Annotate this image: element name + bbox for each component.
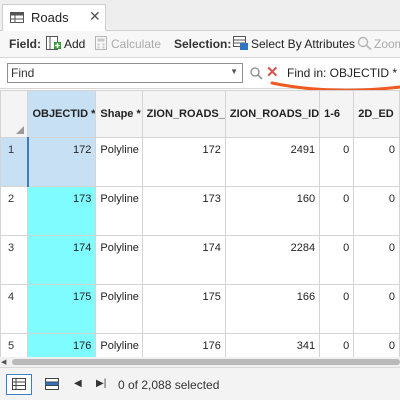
cell-2d-ed[interactable]: 0 bbox=[353, 235, 400, 285]
cell-shape[interactable]: Polyline bbox=[95, 284, 143, 334]
add-field-icon[interactable] bbox=[46, 36, 61, 50]
previous-record-icon[interactable]: ◀ bbox=[74, 378, 82, 389]
table-row[interactable]: 4 175 Polyline 175 166 0 0 bbox=[0, 284, 400, 334]
cell-1-6[interactable]: 0 bbox=[319, 333, 355, 357]
cell-shape[interactable]: Polyline bbox=[95, 137, 143, 187]
last-record-icon[interactable]: ▶| bbox=[96, 378, 106, 389]
cell-shape[interactable]: Polyline bbox=[95, 333, 143, 357]
cell-objectid[interactable]: 176 bbox=[27, 333, 97, 357]
column-header-zion-roads-id[interactable]: ZION_ROADS_ID bbox=[224, 90, 321, 138]
selection-count: 0 of 2,088 selected bbox=[118, 378, 220, 392]
cell-objectid[interactable]: 172 bbox=[27, 137, 97, 187]
cell-2d-ed[interactable]: 0 bbox=[353, 186, 400, 236]
scroll-left-icon[interactable]: ◀ bbox=[1, 358, 6, 366]
cell-1-6[interactable]: 0 bbox=[319, 284, 355, 334]
selection-label: Selection: bbox=[174, 37, 232, 51]
cell-zion-roads-id[interactable]: 2491 bbox=[224, 137, 321, 187]
cell-2d-ed[interactable]: 0 bbox=[353, 137, 400, 187]
cell-1-6[interactable]: 0 bbox=[319, 235, 355, 285]
cell-zion-roads-id[interactable]: 160 bbox=[224, 186, 321, 236]
show-all-records-button[interactable] bbox=[6, 374, 32, 395]
table-toolbar: Field: Add Calculate Selection: Select B… bbox=[0, 31, 400, 58]
row-number[interactable]: 2 bbox=[0, 186, 29, 236]
add-field-button[interactable]: Add bbox=[64, 37, 85, 51]
close-icon[interactable]: ✕ bbox=[89, 8, 101, 25]
cell-2d-ed[interactable]: 0 bbox=[353, 284, 400, 334]
cell-zion-roads[interactable]: 173 bbox=[141, 186, 226, 236]
cell-zion-roads[interactable]: 172 bbox=[141, 137, 226, 187]
show-all-records-icon bbox=[12, 378, 26, 390]
select-by-attributes-icon[interactable] bbox=[233, 36, 248, 50]
status-bar: ◀ ▶| 0 of 2,088 selected bbox=[0, 367, 400, 400]
column-header-shape[interactable]: Shape * bbox=[95, 90, 143, 138]
calculate-button[interactable]: Calculate bbox=[111, 37, 161, 51]
table-row[interactable]: 2 173 Polyline 173 160 0 0 bbox=[0, 186, 400, 236]
calculator-icon[interactable] bbox=[94, 36, 109, 50]
row-number[interactable]: 4 bbox=[0, 284, 29, 334]
cell-zion-roads-id[interactable]: 2284 bbox=[224, 235, 321, 285]
cell-zion-roads-id[interactable]: 166 bbox=[224, 284, 321, 334]
chevron-down-icon[interactable]: ▼ bbox=[230, 67, 238, 76]
field-label: Field: bbox=[9, 37, 41, 51]
find-input[interactable] bbox=[11, 65, 223, 81]
column-header-objectid[interactable]: OBJECTID * bbox=[27, 90, 97, 138]
find-box: ▼ bbox=[7, 63, 243, 83]
zoom-button[interactable]: Zoom bbox=[374, 37, 400, 51]
cell-objectid[interactable]: 174 bbox=[27, 235, 97, 285]
cell-1-6[interactable]: 0 bbox=[319, 186, 355, 236]
cell-objectid[interactable]: 173 bbox=[27, 186, 97, 236]
horizontal-scrollbar[interactable]: ◀ bbox=[0, 357, 400, 367]
select-all-corner[interactable] bbox=[0, 90, 29, 138]
cell-shape[interactable]: Polyline bbox=[95, 186, 143, 236]
column-header-zion-roads[interactable]: ZION_ROADS_ bbox=[141, 90, 226, 138]
table-icon bbox=[10, 12, 24, 23]
row-number[interactable]: 1 bbox=[0, 137, 29, 187]
tab-label: Roads bbox=[31, 10, 69, 25]
cell-zion-roads-id[interactable]: 341 bbox=[224, 333, 321, 357]
table-row[interactable]: 5 176 Polyline 176 341 0 0 bbox=[0, 333, 400, 357]
cell-zion-roads[interactable]: 175 bbox=[141, 284, 226, 334]
cell-1-6[interactable]: 0 bbox=[319, 137, 355, 187]
row-number[interactable]: 5 bbox=[0, 333, 29, 357]
table-row[interactable]: 1 172 Polyline 172 2491 0 0 bbox=[0, 137, 400, 187]
cell-objectid[interactable]: 175 bbox=[27, 284, 97, 334]
zoom-to-selection-icon[interactable] bbox=[357, 36, 372, 50]
cell-zion-roads[interactable]: 176 bbox=[141, 333, 226, 357]
tab-roads[interactable]: Roads ✕ bbox=[2, 4, 106, 31]
column-header-1-6[interactable]: 1-6 bbox=[319, 90, 355, 138]
tab-strip: Roads ✕ bbox=[0, 0, 400, 31]
row-number[interactable]: 3 bbox=[0, 235, 29, 285]
cell-2d-ed[interactable]: 0 bbox=[353, 333, 400, 357]
attribute-table: OBJECTID * Shape * ZION_ROADS_ ZION_ROAD… bbox=[0, 90, 400, 357]
table-row[interactable]: 3 174 Polyline 174 2284 0 0 bbox=[0, 235, 400, 285]
column-header-2d-ed[interactable]: 2D_ED bbox=[353, 90, 400, 138]
scrollbar-thumb[interactable] bbox=[12, 359, 400, 365]
select-by-attributes-button[interactable]: Select By Attributes bbox=[251, 37, 355, 51]
cell-zion-roads[interactable]: 174 bbox=[141, 235, 226, 285]
show-selected-records-icon[interactable] bbox=[45, 378, 59, 390]
search-icon[interactable] bbox=[249, 66, 263, 80]
cell-shape[interactable]: Polyline bbox=[95, 235, 143, 285]
header-row: OBJECTID * Shape * ZION_ROADS_ ZION_ROAD… bbox=[0, 90, 400, 138]
